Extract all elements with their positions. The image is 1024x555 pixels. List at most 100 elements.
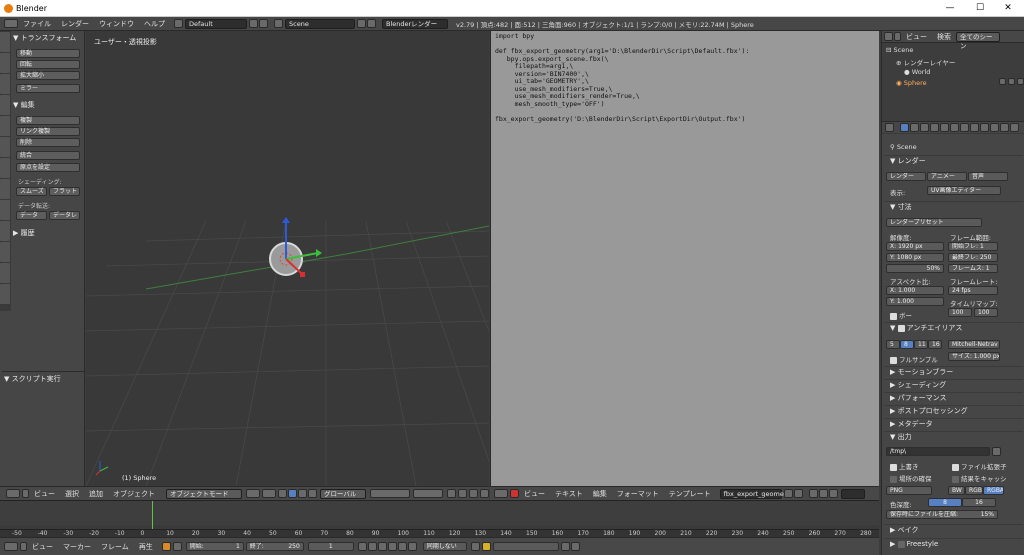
scene-tab-icon[interactable]	[920, 123, 929, 132]
menu-collapse-icon[interactable]	[894, 32, 901, 41]
3d-viewport[interactable]: ユーザー・透視投影 (1) Sphere	[86, 31, 489, 486]
delete-button[interactable]: 削除	[16, 138, 80, 147]
menu-add[interactable]: 追加	[84, 489, 108, 499]
scale-button[interactable]: 拡大縮小	[16, 71, 80, 80]
scene-field[interactable]: Scene	[285, 18, 355, 29]
text-datablock-field[interactable]: fbx_export_geometr	[719, 488, 789, 499]
data-transfer-button[interactable]: データ	[16, 211, 47, 220]
filter-size-field[interactable]: サイズ: 1.000 px	[948, 352, 1000, 361]
timeline[interactable]: -50 -40 -30 -20 -10 0 10 20 30 40 50 60 70 80 90 100 110…	[0, 500, 879, 540]
antialiasing-panel-header[interactable]: ▼ アンチエイリアス	[884, 322, 1023, 333]
delete-keyframe-icon[interactable]	[570, 542, 580, 551]
manipulator-icon[interactable]	[278, 489, 287, 498]
menu-search[interactable]: 検索	[932, 32, 956, 42]
particles-tab-icon[interactable]	[1000, 123, 1009, 132]
editor-type-icon[interactable]	[494, 489, 508, 498]
keying-set-icon[interactable]	[481, 542, 491, 551]
remove-screen-icon[interactable]	[259, 19, 268, 28]
play-icon[interactable]	[387, 542, 397, 551]
minimize-button[interactable]: —	[940, 2, 960, 14]
shading-mode-icon[interactable]	[246, 489, 260, 498]
menu-view[interactable]: ビュー	[519, 489, 550, 499]
pivot-point-icon[interactable]	[262, 489, 276, 498]
current-frame-indicator[interactable]	[152, 501, 153, 531]
full-sample-checkbox[interactable]: フルサンプル	[890, 354, 938, 364]
snap-icon[interactable]	[469, 489, 478, 498]
operator-panel-header[interactable]: ▼ スクリプト実行	[4, 374, 61, 384]
line-numbers-icon[interactable]	[808, 489, 818, 498]
outliner-item-sphere[interactable]: ◉ Sphere	[896, 79, 927, 87]
visibility-eye-icon[interactable]	[999, 78, 1006, 85]
display-dropdown[interactable]: UV画像エディター	[927, 186, 1001, 195]
keying-set-field[interactable]	[492, 542, 559, 551]
folder-icon[interactable]	[992, 447, 1001, 456]
menu-marker[interactable]: マーカー	[58, 542, 96, 552]
overwrite-checkbox[interactable]: 上書き	[890, 461, 919, 471]
frame-step-field[interactable]: フレームス: 1	[948, 264, 998, 273]
menu-object[interactable]: オブジェクト	[108, 489, 160, 499]
preview-range-icon[interactable]	[172, 542, 182, 551]
unlink-text-icon[interactable]	[793, 489, 803, 498]
menu-view[interactable]: ビュー	[29, 489, 60, 499]
texture-tab-icon[interactable]	[990, 123, 999, 132]
render-engine-dropdown[interactable]: Blenderレンダー	[382, 18, 448, 29]
object-tab-icon[interactable]	[940, 123, 949, 132]
scale-manipulator-icon[interactable]	[308, 489, 317, 498]
resolution-percent-field[interactable]: 50%	[886, 264, 944, 273]
screen-layout-icon[interactable]	[174, 19, 183, 28]
translate-button[interactable]: 移動	[16, 49, 80, 58]
render-animation-button[interactable]: アニメー	[927, 172, 967, 181]
editor-type-icon[interactable]	[4, 542, 18, 551]
editor-type-icon[interactable]	[6, 489, 20, 498]
menu-select[interactable]: 選択	[60, 489, 84, 499]
duplicate-linked-button[interactable]: リンク複製	[16, 127, 80, 136]
placeholders-checkbox[interactable]: 場所の確保	[890, 473, 932, 483]
render-button[interactable]: レンダー	[886, 172, 926, 181]
menu-edit[interactable]: 編集	[588, 489, 612, 499]
tool-tabs[interactable]	[0, 31, 11, 311]
framerate-dropdown[interactable]: 24 fps	[948, 286, 998, 295]
menu-file[interactable]: ファイル	[18, 19, 56, 29]
material-tab-icon[interactable]	[980, 123, 989, 132]
render-panel-header[interactable]: ▼ レンダー	[884, 155, 1023, 166]
edit-panel-header[interactable]: ▼ 編集	[13, 100, 35, 110]
text-editor-icon[interactable]	[510, 489, 519, 498]
join-button[interactable]: 統合	[16, 151, 80, 160]
color-rgba-button[interactable]: RGBA	[983, 486, 1004, 495]
add-scene-icon[interactable]	[357, 19, 366, 28]
cache-result-checkbox[interactable]: 結果をキャッシ	[952, 473, 1007, 483]
aa-filter-dropdown[interactable]: Mitchell-Netrav	[948, 340, 1000, 349]
play-reverse-icon[interactable]	[377, 542, 387, 551]
proportional-edit-icon[interactable]	[458, 489, 467, 498]
layers2-icon[interactable]	[413, 489, 443, 498]
keyframe-type-icon[interactable]	[470, 542, 480, 551]
compression-field[interactable]: 保存時にファイルを圧縮: 15%	[886, 510, 998, 519]
current-frame-field[interactable]: 1	[307, 542, 354, 551]
history-panel-header[interactable]: ▶ 履歴	[13, 228, 35, 238]
insert-keyframe-icon[interactable]	[560, 542, 570, 551]
selectable-arrow-icon[interactable]	[1008, 78, 1015, 85]
post-processing-panel-header[interactable]: ▶ ポストプロセッシング	[884, 405, 1023, 416]
color-bw-button[interactable]: BW	[948, 486, 965, 495]
color-depth-8[interactable]: 8	[928, 498, 962, 507]
menu-playback[interactable]: 再生	[134, 542, 158, 552]
editor-type-icon[interactable]	[885, 123, 894, 132]
menu-text[interactable]: テキスト	[550, 489, 588, 499]
editor-type-icon[interactable]	[4, 19, 18, 28]
menu-window[interactable]: ウィンドウ	[94, 19, 139, 29]
duplicate-button[interactable]: 複製	[16, 116, 80, 125]
render-camera-icon[interactable]	[1017, 78, 1024, 85]
outliner-item-renderlayers[interactable]: ⊕ レンダーレイヤー	[896, 57, 955, 67]
menu-help[interactable]: ヘルプ	[139, 19, 170, 29]
end-frame-field[interactable]: 終了: 250	[245, 542, 304, 551]
next-keyframe-icon[interactable]	[397, 542, 407, 551]
screen-layout-field[interactable]: Default	[185, 18, 247, 29]
lock-icon[interactable]	[447, 489, 456, 498]
aa-samples-8[interactable]: 8	[900, 340, 914, 349]
word-wrap-icon[interactable]	[818, 489, 828, 498]
syntax-highlight-icon[interactable]	[828, 489, 838, 498]
remap-old-field[interactable]: 100	[948, 308, 972, 317]
record-keyframes-icon[interactable]	[161, 542, 171, 551]
frame-end-field[interactable]: 最終フレ: 250	[948, 253, 998, 262]
transform-panel-header[interactable]: ▼ トランスフォーム	[13, 33, 76, 43]
